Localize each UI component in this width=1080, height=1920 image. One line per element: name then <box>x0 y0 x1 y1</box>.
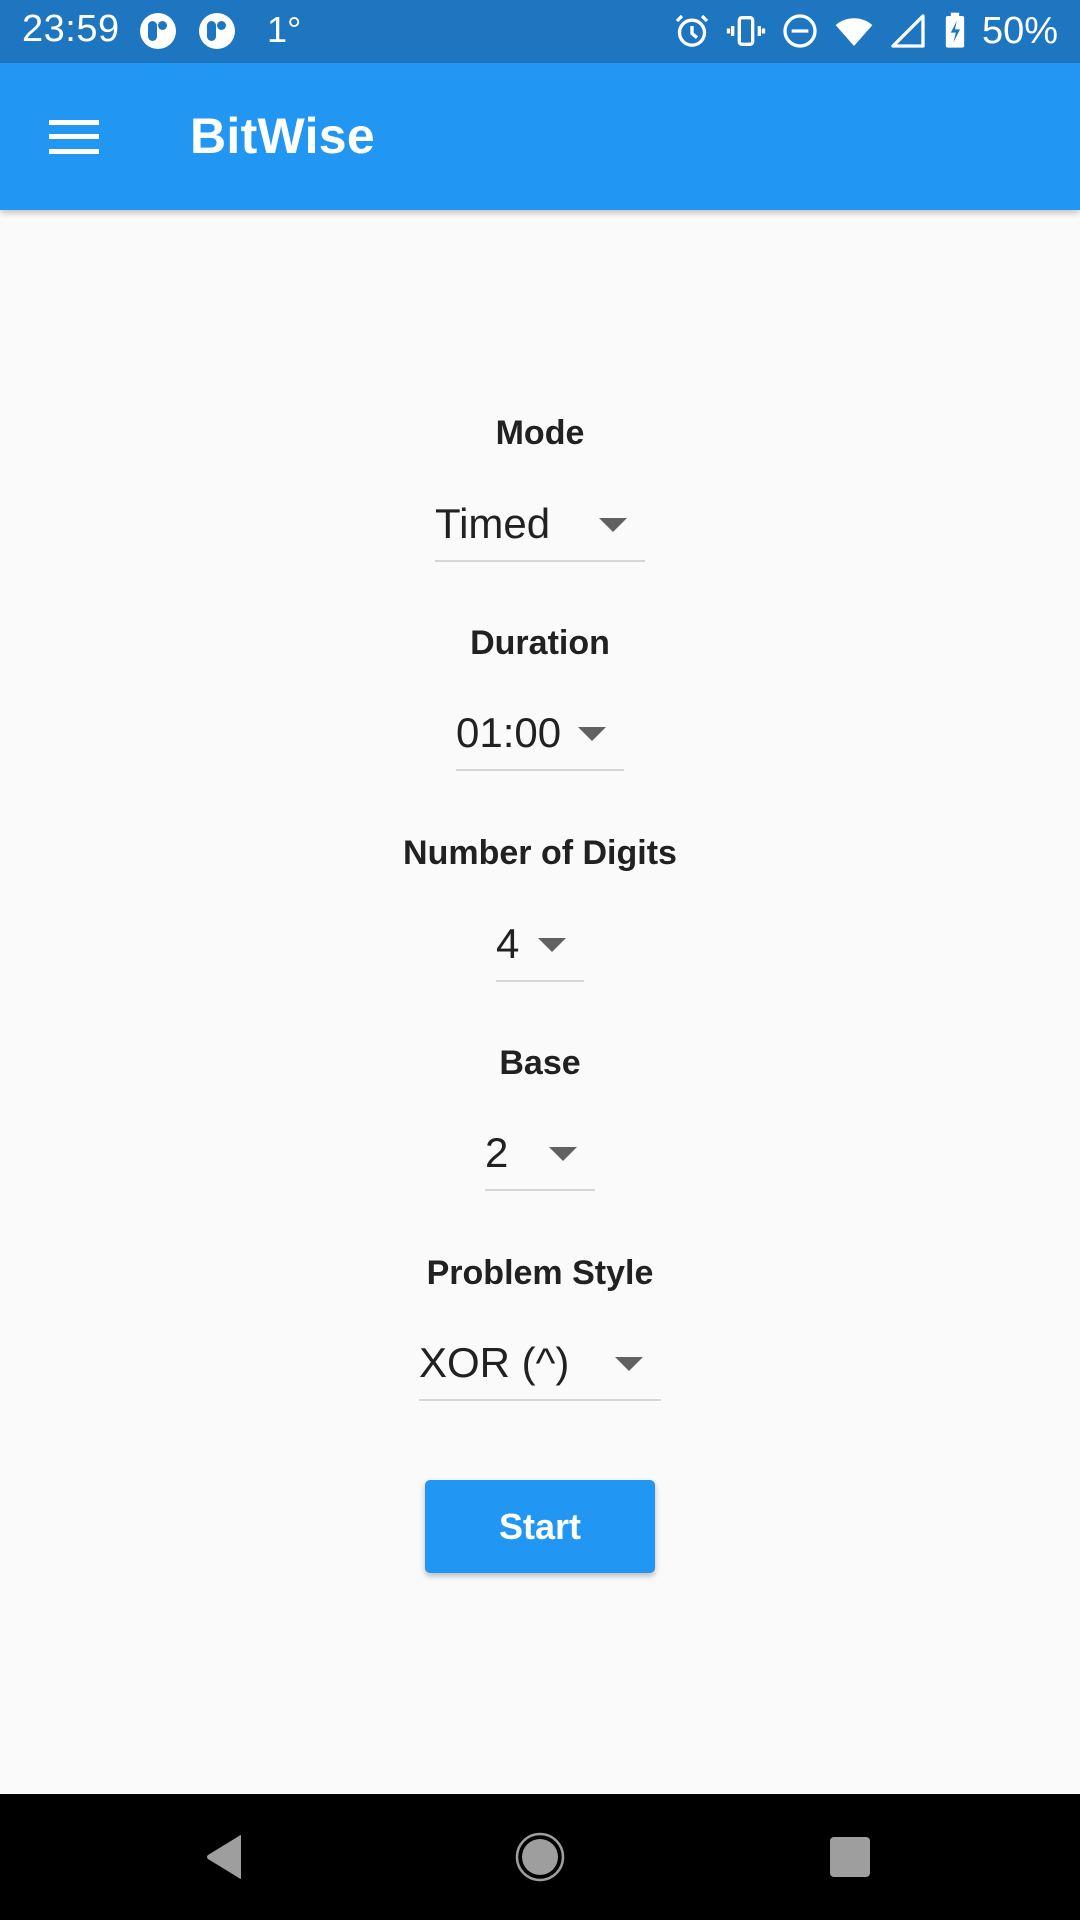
status-bar: 23:59 1° 50% <box>0 0 1080 63</box>
status-time: 23:59 <box>22 8 120 50</box>
battery-charging-icon <box>945 12 965 48</box>
recents-icon <box>830 1837 870 1877</box>
duration-value: 01:00 <box>456 709 562 756</box>
digits-dropdown[interactable]: 4 <box>496 918 584 982</box>
problem-style-value: XOR (^) <box>419 1339 570 1386</box>
hamburger-menu-icon <box>49 120 99 154</box>
navigation-bar <box>0 1794 1080 1920</box>
mode-label: Mode <box>495 414 585 452</box>
back-button[interactable] <box>175 1814 275 1900</box>
vibrate-icon <box>726 16 766 46</box>
base-label: Base <box>499 1044 581 1082</box>
home-button[interactable] <box>490 1814 590 1900</box>
duration-dropdown[interactable]: 01:00 <box>456 707 624 771</box>
alarm-icon <box>675 14 709 47</box>
battery-percent: 50% <box>981 9 1058 52</box>
problem-style-dropdown[interactable]: XOR (^) <box>419 1337 661 1401</box>
base-dropdown[interactable]: 2 <box>485 1127 595 1191</box>
digits-value: 4 <box>496 920 520 967</box>
app-bar: BitWise <box>0 63 1080 210</box>
wifi-icon <box>835 18 873 46</box>
recents-button[interactable] <box>800 1814 900 1900</box>
digits-label: Number of Digits <box>403 834 677 872</box>
do-not-disturb-icon <box>783 14 817 48</box>
status-temperature: 1° <box>267 9 302 50</box>
app-title: BitWise <box>190 108 376 164</box>
dropdown-arrow-icon <box>578 727 606 741</box>
cell-signal-icon <box>891 14 925 48</box>
menu-button[interactable] <box>36 99 112 175</box>
mode-dropdown[interactable]: Timed <box>435 498 645 562</box>
mode-value: Timed <box>435 500 551 547</box>
dropdown-arrow-icon <box>549 1147 577 1161</box>
base-value: 2 <box>485 1129 509 1176</box>
app-notification-icon <box>199 13 235 49</box>
duration-label: Duration <box>470 624 610 662</box>
dropdown-arrow-icon <box>538 938 566 952</box>
start-button[interactable]: Start <box>425 1480 655 1573</box>
status-icons: 50% <box>672 7 1058 55</box>
app-notification-icon <box>140 13 176 49</box>
dropdown-arrow-icon <box>599 518 627 532</box>
back-icon <box>207 1835 241 1879</box>
home-icon <box>515 1832 565 1882</box>
dropdown-arrow-icon <box>615 1357 643 1371</box>
problem-style-label: Problem Style <box>426 1254 654 1292</box>
